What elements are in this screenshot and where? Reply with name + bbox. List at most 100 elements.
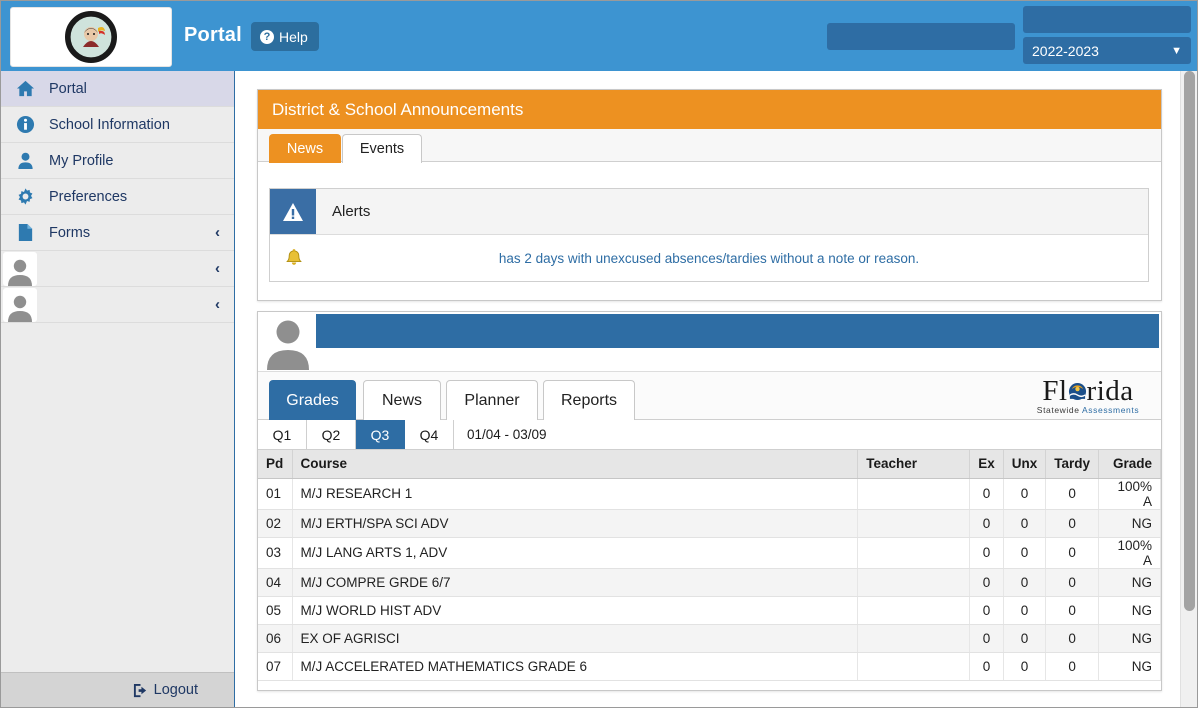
quarter-tab-q2[interactable]: Q2 xyxy=(307,420,356,449)
cell-teacher xyxy=(858,537,970,568)
cell-unx[interactable]: 0 xyxy=(1003,652,1046,680)
info-circle-icon xyxy=(1,115,49,134)
cell-tardy[interactable]: 0 xyxy=(1046,652,1099,680)
cell-ex[interactable]: 0 xyxy=(970,596,1004,624)
tab-news[interactable]: News xyxy=(363,380,441,420)
table-row[interactable]: 03 M/J LANG ARTS 1, ADV 0 0 0 100% A xyxy=(258,537,1161,568)
quarter-tab-q3[interactable]: Q3 xyxy=(356,420,405,449)
cell-tardy[interactable]: 0 xyxy=(1046,509,1099,537)
table-row[interactable]: 06 EX OF AGRISCI 0 0 0 NG xyxy=(258,624,1161,652)
cell-grade[interactable]: NG xyxy=(1099,652,1161,680)
quarter-tab-q4[interactable]: Q4 xyxy=(405,420,454,449)
alert-message-link[interactable]: has 2 days with unexcused absences/tardi… xyxy=(270,251,1148,266)
alerts-title: Alerts xyxy=(332,203,370,220)
sidebar-item-label: Portal xyxy=(49,81,87,97)
document-icon xyxy=(1,223,49,242)
cell-grade[interactable]: 100% A xyxy=(1099,537,1161,568)
chevron-left-icon: ‹ xyxy=(215,224,220,241)
warning-triangle-icon xyxy=(270,189,316,234)
student-header xyxy=(258,312,1161,372)
cell-unx[interactable]: 0 xyxy=(1003,568,1046,596)
cell-unx[interactable]: 0 xyxy=(1003,596,1046,624)
user-icon xyxy=(1,151,49,170)
florida-statewide-assessments-logo: Fl rida Statewide Assessments xyxy=(1026,376,1150,415)
sidebar-item-preferences[interactable]: Preferences xyxy=(1,179,234,215)
redacted-user-field[interactable] xyxy=(827,23,1015,50)
tab-events[interactable]: Events xyxy=(342,134,422,163)
quarter-tab-q1[interactable]: Q1 xyxy=(258,420,307,449)
cell-tardy[interactable]: 0 xyxy=(1046,624,1099,652)
cell-grade[interactable]: NG xyxy=(1099,596,1161,624)
tab-reports[interactable]: Reports xyxy=(543,380,635,420)
cell-ex[interactable]: 0 xyxy=(970,652,1004,680)
cell-unx[interactable]: 0 xyxy=(1003,537,1046,568)
column-header-ex: Ex xyxy=(970,450,1004,478)
sidebar-item-label: School Information xyxy=(49,117,170,133)
student-panel: Grades News Planner Reports Fl xyxy=(257,311,1162,691)
florida-sun-wave-icon xyxy=(1068,382,1087,401)
cell-course: M/J WORLD HIST ADV xyxy=(292,596,858,624)
cell-unx[interactable]: 0 xyxy=(1003,509,1046,537)
cell-teacher xyxy=(858,652,970,680)
sign-out-icon xyxy=(133,683,148,698)
cell-pd: 03 xyxy=(258,537,292,568)
tab-news[interactable]: News xyxy=(269,134,341,163)
cell-tardy[interactable]: 0 xyxy=(1046,537,1099,568)
chevron-left-icon: ‹ xyxy=(215,260,220,277)
cell-course: EX OF AGRISCI xyxy=(292,624,858,652)
cell-tardy[interactable]: 0 xyxy=(1046,596,1099,624)
cell-ex[interactable]: 0 xyxy=(970,478,1004,509)
sidebar-item-my-profile[interactable]: My Profile xyxy=(1,143,234,179)
sidebar-item-label: Preferences xyxy=(49,189,127,205)
question-circle-icon: ? xyxy=(260,30,274,44)
column-header-teacher: Teacher xyxy=(858,450,970,478)
school-year-select[interactable]: 2022-2023 ▼ xyxy=(1023,37,1191,64)
grades-table: Pd Course Teacher Ex Unx Tardy Grade 01 … xyxy=(258,450,1161,681)
cell-grade[interactable]: NG xyxy=(1099,509,1161,537)
tab-grades[interactable]: Grades xyxy=(269,380,356,420)
logout-button[interactable]: Logout xyxy=(1,672,234,707)
quarter-date-range: 01/04 - 03/09 xyxy=(454,420,547,449)
cell-pd: 06 xyxy=(258,624,292,652)
vertical-scrollbar[interactable] xyxy=(1180,71,1197,707)
table-row[interactable]: 07 M/J ACCELERATED MATHEMATICS GRADE 6 0… xyxy=(258,652,1161,680)
cell-grade[interactable]: NG xyxy=(1099,624,1161,652)
cell-ex[interactable]: 0 xyxy=(970,568,1004,596)
page-title: Portal xyxy=(184,24,242,47)
cell-ex[interactable]: 0 xyxy=(970,509,1004,537)
table-row[interactable]: 02 M/J ERTH/SPA SCI ADV 0 0 0 NG xyxy=(258,509,1161,537)
table-row[interactable]: 01 M/J RESEARCH 1 0 0 0 100% A xyxy=(258,478,1161,509)
help-button[interactable]: ? Help xyxy=(251,22,319,51)
florida-logo-sub-pre: Statewide xyxy=(1037,405,1082,415)
cell-grade[interactable]: 100% A xyxy=(1099,478,1161,509)
redacted-school-field[interactable] xyxy=(1023,6,1191,33)
sidebar-item-student-1[interactable]: ‹ xyxy=(1,251,234,287)
cell-unx[interactable]: 0 xyxy=(1003,624,1046,652)
scrollbar-thumb[interactable] xyxy=(1184,71,1195,611)
table-row[interactable]: 04 M/J COMPRE GRDE 6/7 0 0 0 NG xyxy=(258,568,1161,596)
cell-pd: 01 xyxy=(258,478,292,509)
cell-ex[interactable]: 0 xyxy=(970,624,1004,652)
cell-pd: 07 xyxy=(258,652,292,680)
cell-course: M/J COMPRE GRDE 6/7 xyxy=(292,568,858,596)
redacted-student-name xyxy=(316,314,1159,348)
sidebar-item-portal[interactable]: Portal xyxy=(1,71,234,107)
cell-grade[interactable]: NG xyxy=(1099,568,1161,596)
announcements-title: District & School Announcements xyxy=(258,90,1161,129)
tab-planner[interactable]: Planner xyxy=(446,380,538,420)
cell-ex[interactable]: 0 xyxy=(970,537,1004,568)
student-tabs: Grades News Planner Reports Fl xyxy=(258,372,1161,420)
cell-unx[interactable]: 0 xyxy=(1003,478,1046,509)
florida-logo-sub-post: Assessments xyxy=(1082,405,1139,415)
cell-pd: 02 xyxy=(258,509,292,537)
sidebar-item-school-information[interactable]: School Information xyxy=(1,107,234,143)
cell-tardy[interactable]: 0 xyxy=(1046,478,1099,509)
cell-teacher xyxy=(858,478,970,509)
sidebar-item-student-2[interactable]: ‹ xyxy=(1,287,234,323)
main-content: District & School Announcements News Eve… xyxy=(236,71,1197,707)
grades-table-header-row: Pd Course Teacher Ex Unx Tardy Grade xyxy=(258,450,1161,478)
table-row[interactable]: 05 M/J WORLD HIST ADV 0 0 0 NG xyxy=(258,596,1161,624)
column-header-pd: Pd xyxy=(258,450,292,478)
cell-tardy[interactable]: 0 xyxy=(1046,568,1099,596)
sidebar-item-forms[interactable]: Forms ‹ xyxy=(1,215,234,251)
